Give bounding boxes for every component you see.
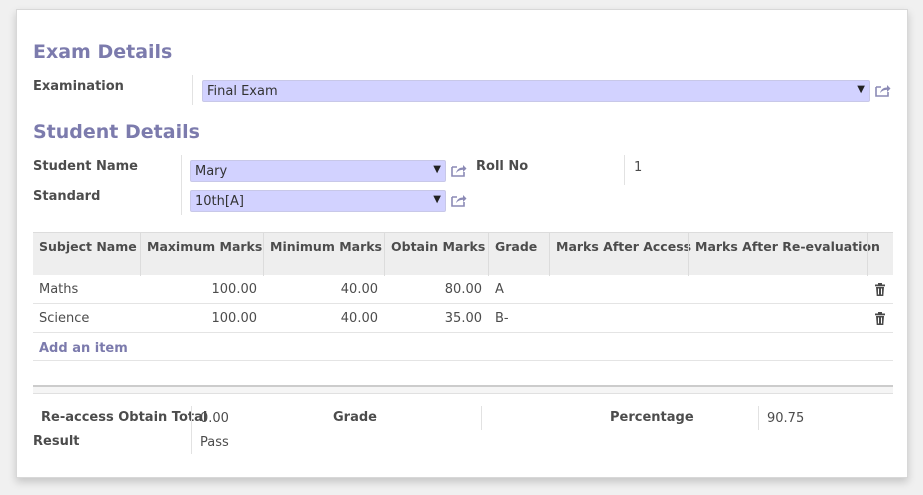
percentage-label: Percentage bbox=[610, 410, 694, 425]
column-header-marks-after-reevaluation[interactable]: Marks After Re-evaluation bbox=[695, 239, 880, 254]
standard-select-value: 10th[A] bbox=[195, 194, 244, 209]
grade-label: Grade bbox=[333, 410, 377, 425]
caret-down-icon: ▼ bbox=[857, 84, 865, 95]
result-value: Pass bbox=[200, 435, 229, 450]
standard-label: Standard bbox=[33, 189, 101, 204]
reaccess-obtain-total-value: 0.00 bbox=[200, 411, 229, 426]
caret-down-icon: ▼ bbox=[433, 164, 441, 175]
column-separator bbox=[263, 233, 264, 276]
trash-icon[interactable] bbox=[875, 283, 885, 296]
exam-details-heading: Exam Details bbox=[33, 41, 173, 63]
field-separator bbox=[192, 75, 193, 105]
column-header-grade[interactable]: Grade bbox=[495, 239, 537, 254]
cell-subject: Science bbox=[39, 311, 90, 326]
column-header-subject-name[interactable]: Subject Name bbox=[39, 239, 137, 254]
cell-obtain-marks: 35.00 bbox=[444, 311, 482, 326]
cell-maximum-marks: 100.00 bbox=[211, 311, 258, 326]
external-link-icon[interactable] bbox=[451, 163, 467, 177]
cell-maximum-marks: 100.00 bbox=[211, 282, 258, 297]
result-label: Result bbox=[33, 434, 80, 449]
standard-select[interactable]: 10th[A] ▼ bbox=[190, 190, 446, 212]
cell-grade: A bbox=[495, 282, 504, 297]
table-row[interactable]: Science 100.00 40.00 35.00 B- bbox=[33, 304, 893, 333]
external-link-icon[interactable] bbox=[451, 193, 467, 207]
column-separator bbox=[384, 233, 385, 276]
examination-select[interactable]: Final Exam ▼ bbox=[202, 80, 870, 102]
column-separator bbox=[867, 233, 868, 276]
cell-minimum-marks: 40.00 bbox=[340, 282, 378, 297]
field-separator bbox=[181, 185, 182, 215]
examination-label: Examination bbox=[33, 79, 124, 94]
section-divider bbox=[33, 385, 893, 394]
examination-select-value: Final Exam bbox=[207, 84, 278, 99]
student-name-label: Student Name bbox=[33, 159, 138, 174]
field-separator bbox=[624, 155, 625, 185]
field-separator bbox=[758, 406, 759, 430]
roll-no-value: 1 bbox=[634, 160, 643, 175]
table-row[interactable]: Maths 100.00 40.00 80.00 A bbox=[33, 275, 893, 304]
cell-minimum-marks: 40.00 bbox=[340, 311, 378, 326]
external-link-icon[interactable] bbox=[875, 83, 891, 97]
column-separator bbox=[549, 233, 550, 276]
cell-grade: B- bbox=[495, 311, 509, 326]
column-header-obtain-marks[interactable]: Obtain Marks bbox=[391, 239, 485, 254]
cell-obtain-marks: 80.00 bbox=[444, 282, 482, 297]
student-name-select[interactable]: Mary ▼ bbox=[190, 160, 446, 182]
form-sheet: Exam Details Examination Final Exam ▼ St… bbox=[16, 9, 908, 478]
trash-icon[interactable] bbox=[875, 312, 885, 325]
student-details-heading: Student Details bbox=[33, 121, 200, 143]
roll-no-label: Roll No bbox=[476, 159, 529, 174]
column-header-minimum-marks[interactable]: Minimum Marks bbox=[270, 239, 382, 254]
add-item-link[interactable]: Add an item bbox=[39, 341, 128, 356]
column-separator bbox=[688, 233, 689, 276]
marks-table-header: Subject Name Maximum Marks Minimum Marks… bbox=[33, 232, 893, 276]
field-separator bbox=[481, 406, 482, 430]
caret-down-icon: ▼ bbox=[433, 194, 441, 205]
reaccess-obtain-total-label: Re-access Obtain Total bbox=[41, 410, 208, 425]
table-bottom-border bbox=[33, 360, 893, 361]
column-separator bbox=[140, 233, 141, 276]
column-header-marks-after-access[interactable]: Marks After Access bbox=[556, 239, 691, 254]
column-separator bbox=[488, 233, 489, 276]
column-header-maximum-marks[interactable]: Maximum Marks bbox=[147, 239, 262, 254]
student-name-select-value: Mary bbox=[195, 164, 228, 179]
percentage-value: 90.75 bbox=[767, 411, 805, 426]
cell-subject: Maths bbox=[39, 282, 79, 297]
field-separator bbox=[191, 406, 192, 454]
field-separator bbox=[181, 155, 182, 185]
